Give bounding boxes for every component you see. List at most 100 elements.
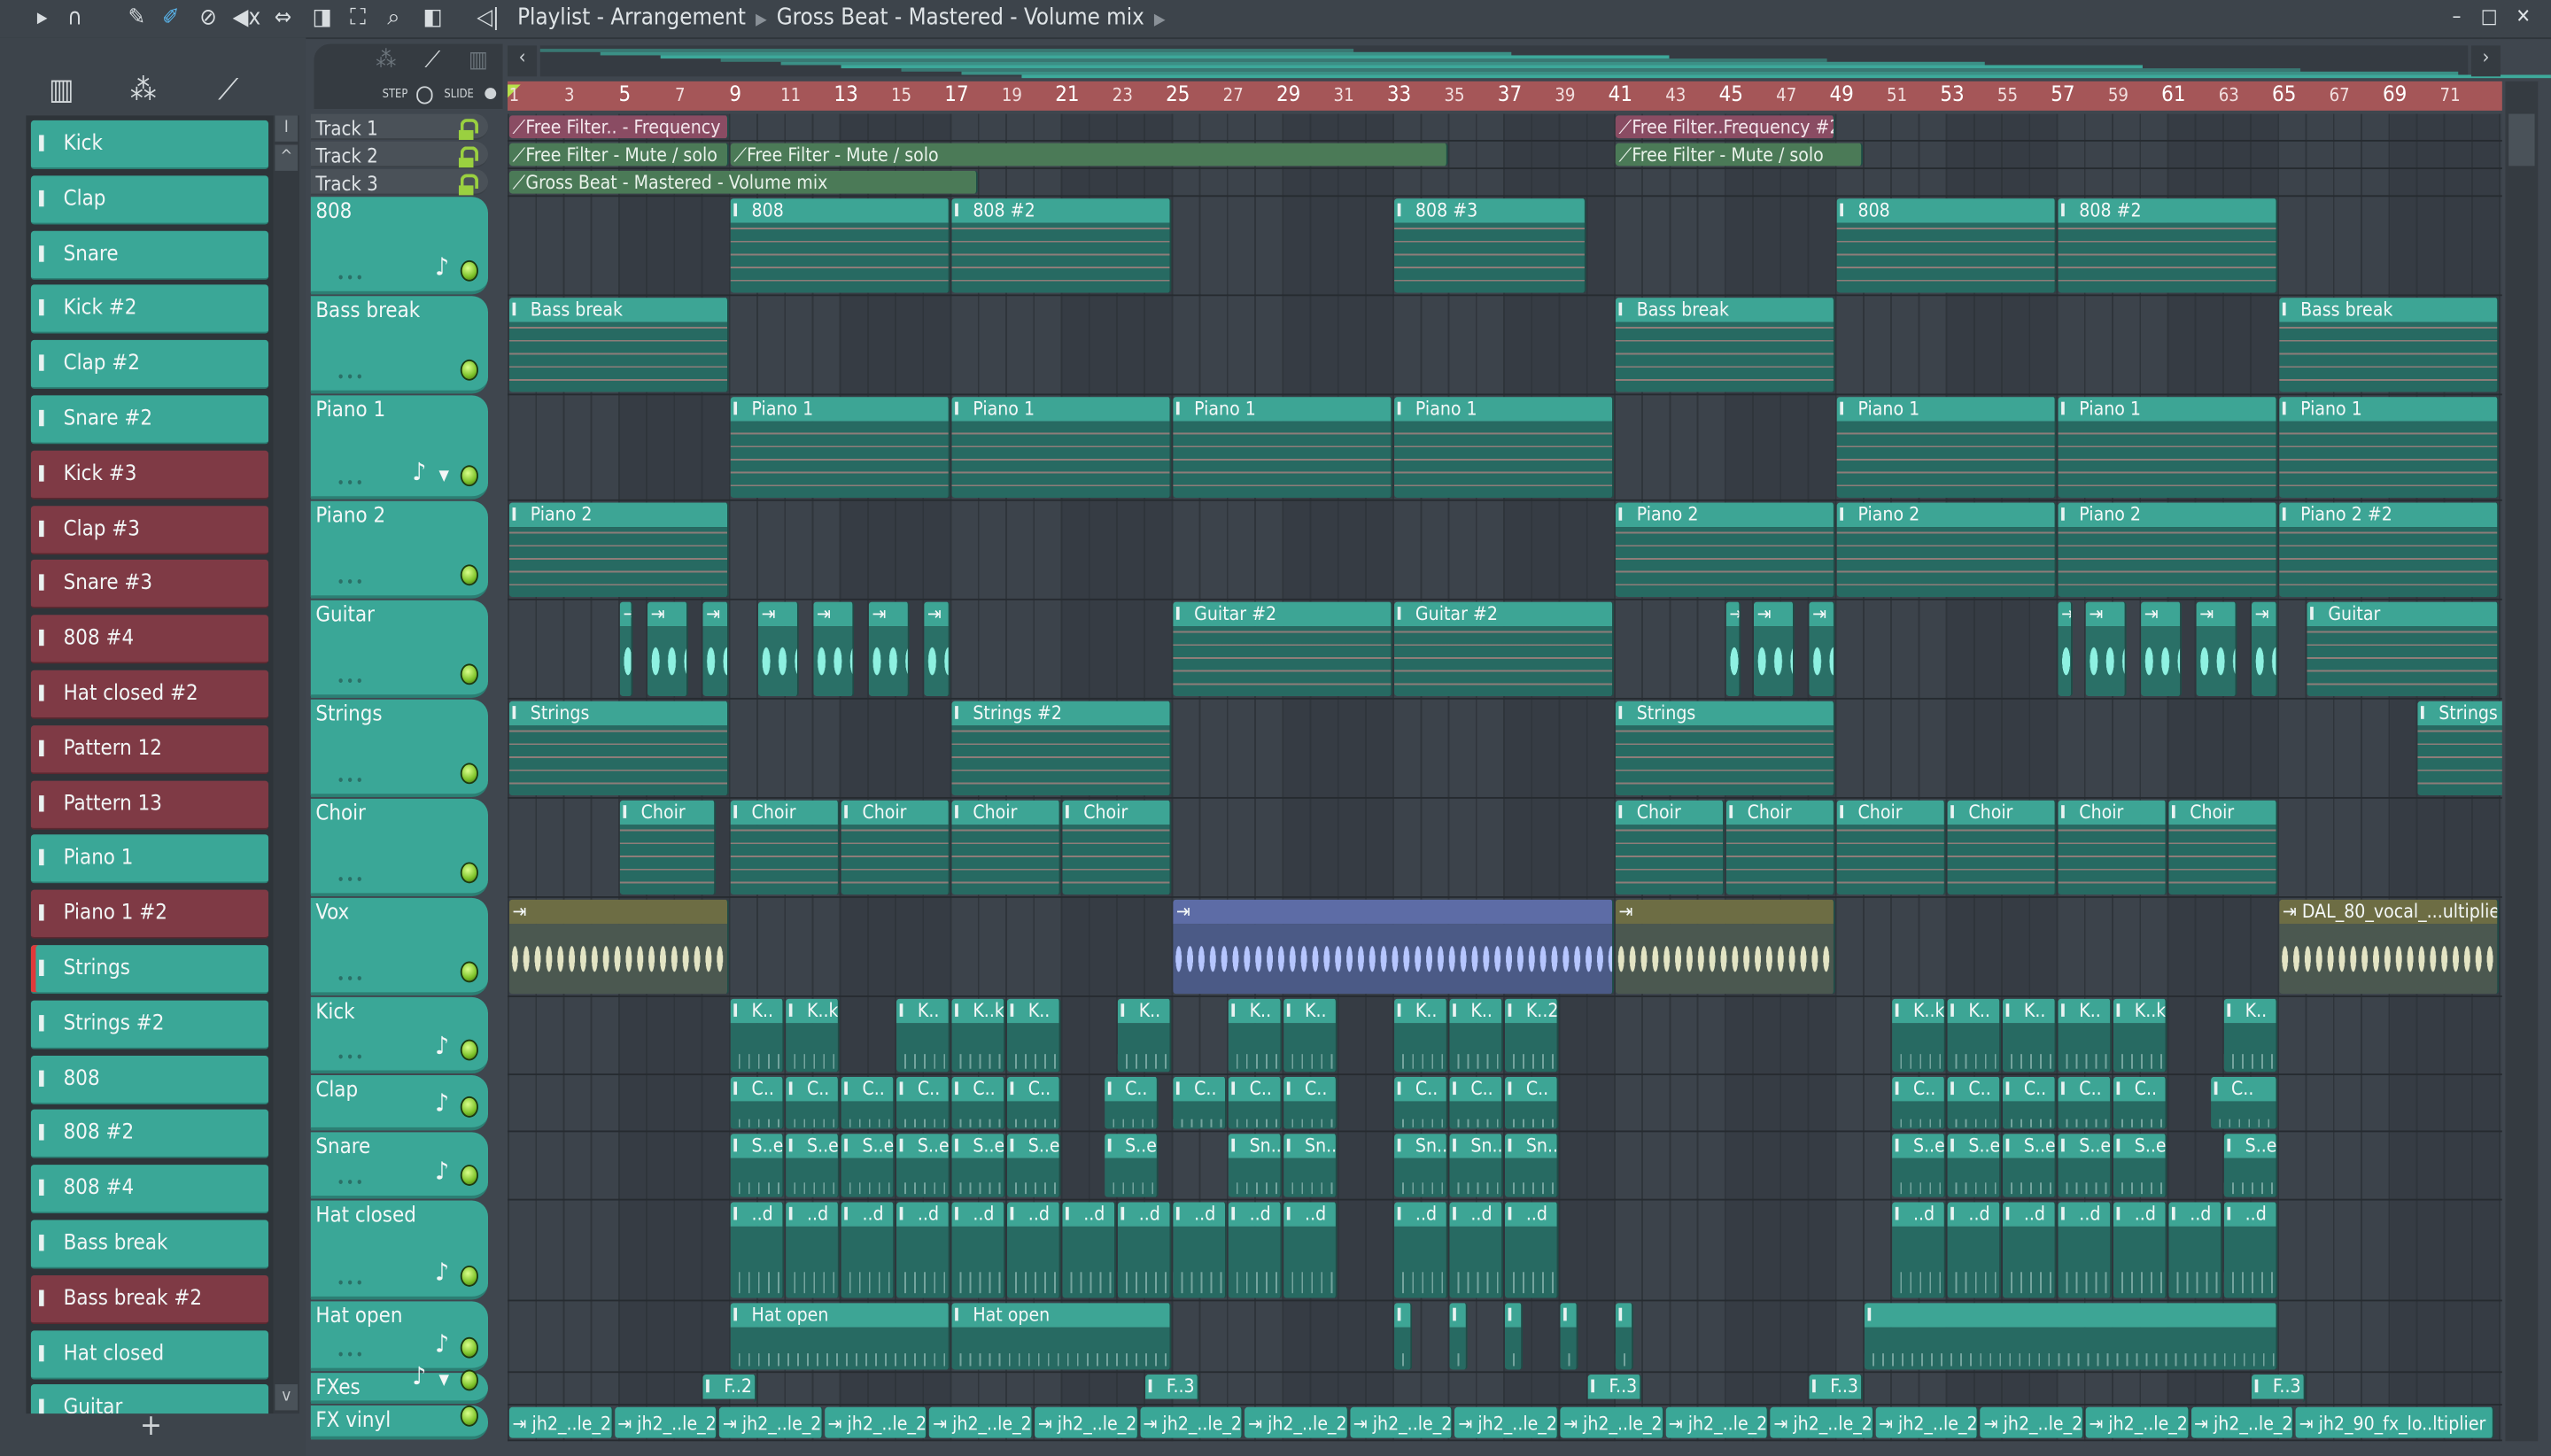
play-arrow-icon[interactable]: ▸ — [29, 5, 55, 31]
clip[interactable]: K..k — [951, 998, 1006, 1073]
pattern-item[interactable]: Pattern 12 — [30, 724, 269, 774]
scroll-bar-top[interactable]: I — [275, 115, 299, 142]
clip-header[interactable]: Bass break — [508, 298, 728, 322]
clip[interactable]: ..d — [1283, 1202, 1338, 1298]
clip[interactable]: Choir — [2058, 800, 2167, 895]
overview-left-button[interactable]: ‹ — [508, 45, 538, 77]
pattern-item[interactable]: Clap #2 — [30, 340, 269, 390]
clip[interactable]: K.. — [2223, 998, 2278, 1073]
track-header[interactable]: Guitar ••• — [310, 600, 489, 698]
current-pattern[interactable]: Gross Beat - Mastered - Volume mix — [777, 5, 1144, 31]
pattern-item[interactable]: 808 #4 — [30, 1165, 269, 1214]
timeline-ruler[interactable]: 1 3 5 7 9 11 13 15 17 19 21 23 25 27 29 31 33 35 37 39 41 43 4… — [508, 81, 2502, 111]
clip[interactable]: K.. — [896, 998, 950, 1073]
pattern-item[interactable]: 808 #4 — [30, 615, 269, 664]
clip-header[interactable]: C.. — [1104, 1076, 1156, 1102]
track-enable-led[interactable] — [460, 1369, 478, 1391]
clip[interactable]: C.. — [896, 1076, 950, 1129]
track-enable-led[interactable] — [460, 564, 478, 586]
clip[interactable]: C.. — [2113, 1076, 2167, 1129]
clip[interactable]: Choir — [1615, 800, 1725, 895]
clip[interactable]: S..e — [951, 1134, 1006, 1197]
clip[interactable]: ⇥ — [1753, 601, 1794, 697]
clip-header[interactable]: S..e — [951, 1134, 1004, 1158]
track-header[interactable]: Piano 1 ♪ ▼ ••• — [310, 395, 489, 500]
clip-header[interactable]: K.. — [2223, 998, 2276, 1024]
track-enable-led[interactable] — [460, 465, 478, 487]
clip[interactable]: ..d — [841, 1202, 896, 1298]
clip-header[interactable]: C.. — [951, 1076, 1004, 1102]
clip-header[interactable]: ..d — [1504, 1202, 1557, 1227]
clip-header[interactable]: Piano 1 — [2058, 397, 2276, 422]
clip-header[interactable]: ⇥ — [508, 899, 728, 925]
clip[interactable]: S..e — [1006, 1134, 1061, 1197]
clip-header[interactable]: C.. — [2113, 1076, 2166, 1102]
clip[interactable]: Sn.. — [1504, 1134, 1559, 1197]
track-enable-led[interactable] — [460, 1039, 478, 1061]
clip[interactable]: C.. — [2058, 1076, 2113, 1129]
clip[interactable]: C.. — [1892, 1076, 1946, 1129]
clip-header[interactable]: 808 — [1836, 198, 2055, 223]
clip[interactable]: ..d — [1449, 1202, 1504, 1298]
clip-header[interactable]: ⇥ — [702, 601, 728, 627]
clip-header[interactable]: C.. — [1173, 1076, 1226, 1102]
clip[interactable]: K.. — [1228, 998, 1283, 1073]
clip[interactable]: K.. — [1947, 998, 2002, 1073]
clip[interactable]: ⇥ jh2_..le_2 — [1244, 1406, 1349, 1438]
clip-header[interactable]: C.. — [1892, 1076, 1944, 1102]
clip[interactable] — [1504, 1303, 1523, 1370]
clip[interactable]: Choir — [1836, 800, 1946, 895]
pattern-item[interactable]: Snare #3 — [30, 560, 269, 609]
clip[interactable]: ⇥ jh2_..le_2 — [1350, 1406, 1454, 1438]
pencil-icon[interactable]: ✎ — [124, 5, 150, 31]
clip[interactable]: ⇥ jh2_..le_2 — [1665, 1406, 1769, 1438]
track-lane[interactable]: Choir Choir Choir Choir Choir Choir Choir Choir… — [508, 799, 2502, 898]
clip[interactable]: ⇥ — [868, 601, 909, 697]
clip[interactable]: C.. — [841, 1076, 896, 1129]
clip[interactable]: Choir — [841, 800, 950, 895]
clip-header[interactable]: Guitar — [2307, 601, 2498, 627]
clip-header[interactable]: Strings — [508, 701, 728, 726]
track-enable-led[interactable] — [460, 862, 478, 884]
lock-icon[interactable] — [458, 174, 478, 196]
pattern-item[interactable]: Clap — [30, 174, 269, 225]
more-icon[interactable]: ••• — [337, 371, 365, 387]
clip[interactable]: Bass break — [1615, 298, 1835, 392]
clip-header[interactable]: C.. — [2210, 1076, 2276, 1102]
pattern-item[interactable]: Kick — [30, 120, 269, 170]
pattern-item[interactable]: Strings — [30, 945, 269, 995]
clip[interactable]: ⇥ — [1809, 601, 1835, 697]
audio-wave-icon[interactable]: ⁂ — [130, 74, 157, 108]
clip[interactable]: C.. — [2210, 1076, 2278, 1129]
note-icon[interactable]: ♪ — [435, 1031, 449, 1060]
more-icon[interactable]: ••• — [337, 774, 365, 790]
clip[interactable]: ⇥ jh2_..le_2 — [508, 1406, 613, 1438]
clip-header[interactable]: ..d — [2113, 1202, 2166, 1227]
pattern-item[interactable]: Bass break #2 — [30, 1274, 269, 1324]
clip-header[interactable]: ⇥ — [2251, 601, 2276, 627]
pattern-item[interactable]: Hat closed — [30, 1329, 269, 1379]
track-enable-led[interactable] — [460, 763, 478, 785]
playback-icon[interactable]: ◧ — [420, 5, 446, 31]
clip-header[interactable]: F..3 — [1145, 1375, 1198, 1399]
clip-header[interactable]: ..d — [730, 1202, 783, 1227]
overview-right-button[interactable]: › — [2470, 45, 2501, 77]
clip[interactable]: S..e — [1892, 1134, 1946, 1197]
clip-header[interactable]: S..e — [1947, 1134, 2000, 1158]
track-lane[interactable]: ⇥ ⇥ ⇥ ⇥ DAL_80_vocal_...ultiplier — [508, 898, 2502, 997]
clip[interactable]: C.. — [1394, 1076, 1448, 1129]
clip[interactable]: Piano 2 — [508, 502, 729, 598]
clip[interactable]: Choir — [2168, 800, 2278, 895]
clip-header[interactable]: 808 — [730, 198, 949, 223]
clip-header[interactable]: S..e — [2223, 1134, 2276, 1158]
clip[interactable]: Choir — [619, 800, 716, 895]
clip-header[interactable]: C.. — [1449, 1076, 1502, 1102]
clip-header[interactable]: ⇥ — [924, 601, 949, 627]
clip-header[interactable]: K.. — [1394, 998, 1446, 1024]
clip-header[interactable]: F..3 — [1587, 1375, 1640, 1399]
clip[interactable]: Strings — [1615, 701, 1835, 796]
slip-icon[interactable]: ⇔ — [270, 5, 296, 31]
maximize-button[interactable]: □ — [2476, 5, 2501, 31]
clip-header[interactable]: S..e — [1104, 1134, 1156, 1158]
clip-header[interactable]: ⇥ jh2_90_fx_lo..ltiplier — [2296, 1407, 2492, 1438]
